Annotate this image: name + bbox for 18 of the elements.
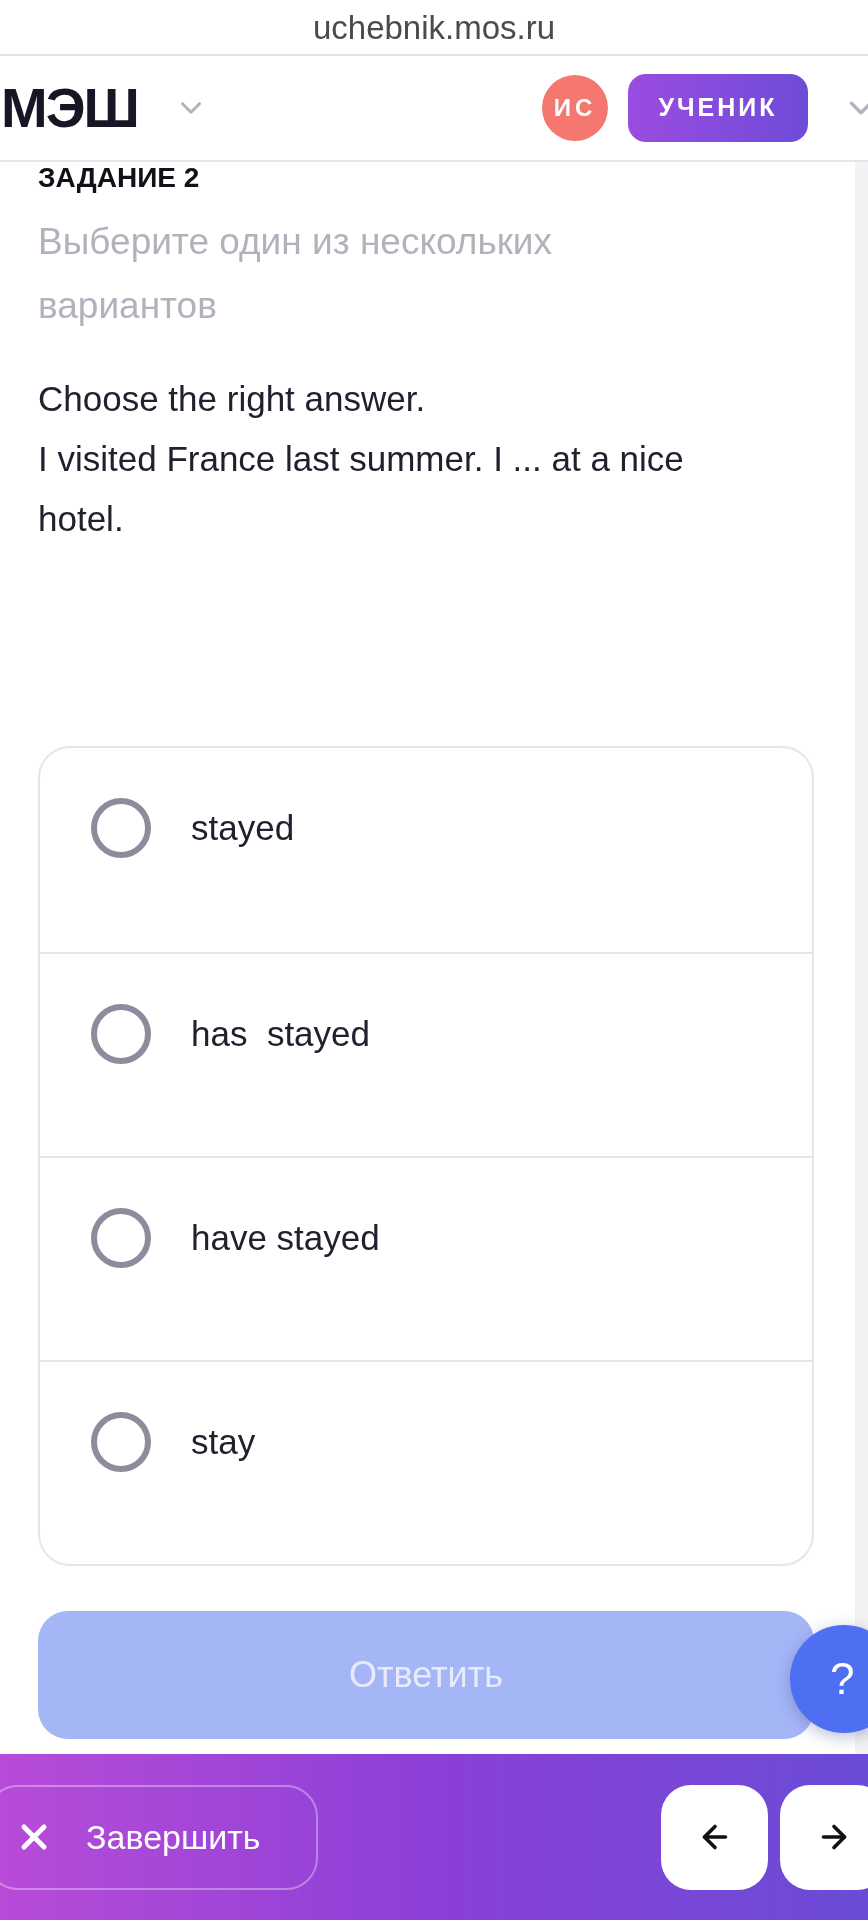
radio-button[interactable]: [91, 1004, 151, 1064]
radio-button[interactable]: [91, 1412, 151, 1472]
option-label[interactable]: have stayed: [191, 1208, 380, 1268]
question-text: Choose the right answer.: [38, 378, 426, 420]
task-instruction: Выберите один из нескольких вариантов: [38, 220, 553, 328]
address-bar-url[interactable]: uchebnik.mos.ru: [312, 10, 556, 44]
role-badge[interactable]: УЧЕНИК: [628, 74, 808, 142]
radio-button[interactable]: [91, 798, 151, 858]
option-label[interactable]: has stayed: [191, 1004, 370, 1064]
finish-button[interactable]: Завершить: [0, 1784, 318, 1890]
option-label[interactable]: stay: [191, 1412, 256, 1472]
question-text: I visited France last summer. I ... at a nice hotel.: [38, 438, 685, 540]
radio-button[interactable]: [91, 1208, 151, 1268]
forward-button[interactable]: [780, 1784, 868, 1890]
app-logo[interactable]: МЭШ: [1, 80, 138, 136]
option-label[interactable]: stayed: [191, 798, 295, 858]
task-title: ЗАДАНИЕ 2: [38, 164, 200, 192]
back-button[interactable]: [661, 1784, 768, 1890]
